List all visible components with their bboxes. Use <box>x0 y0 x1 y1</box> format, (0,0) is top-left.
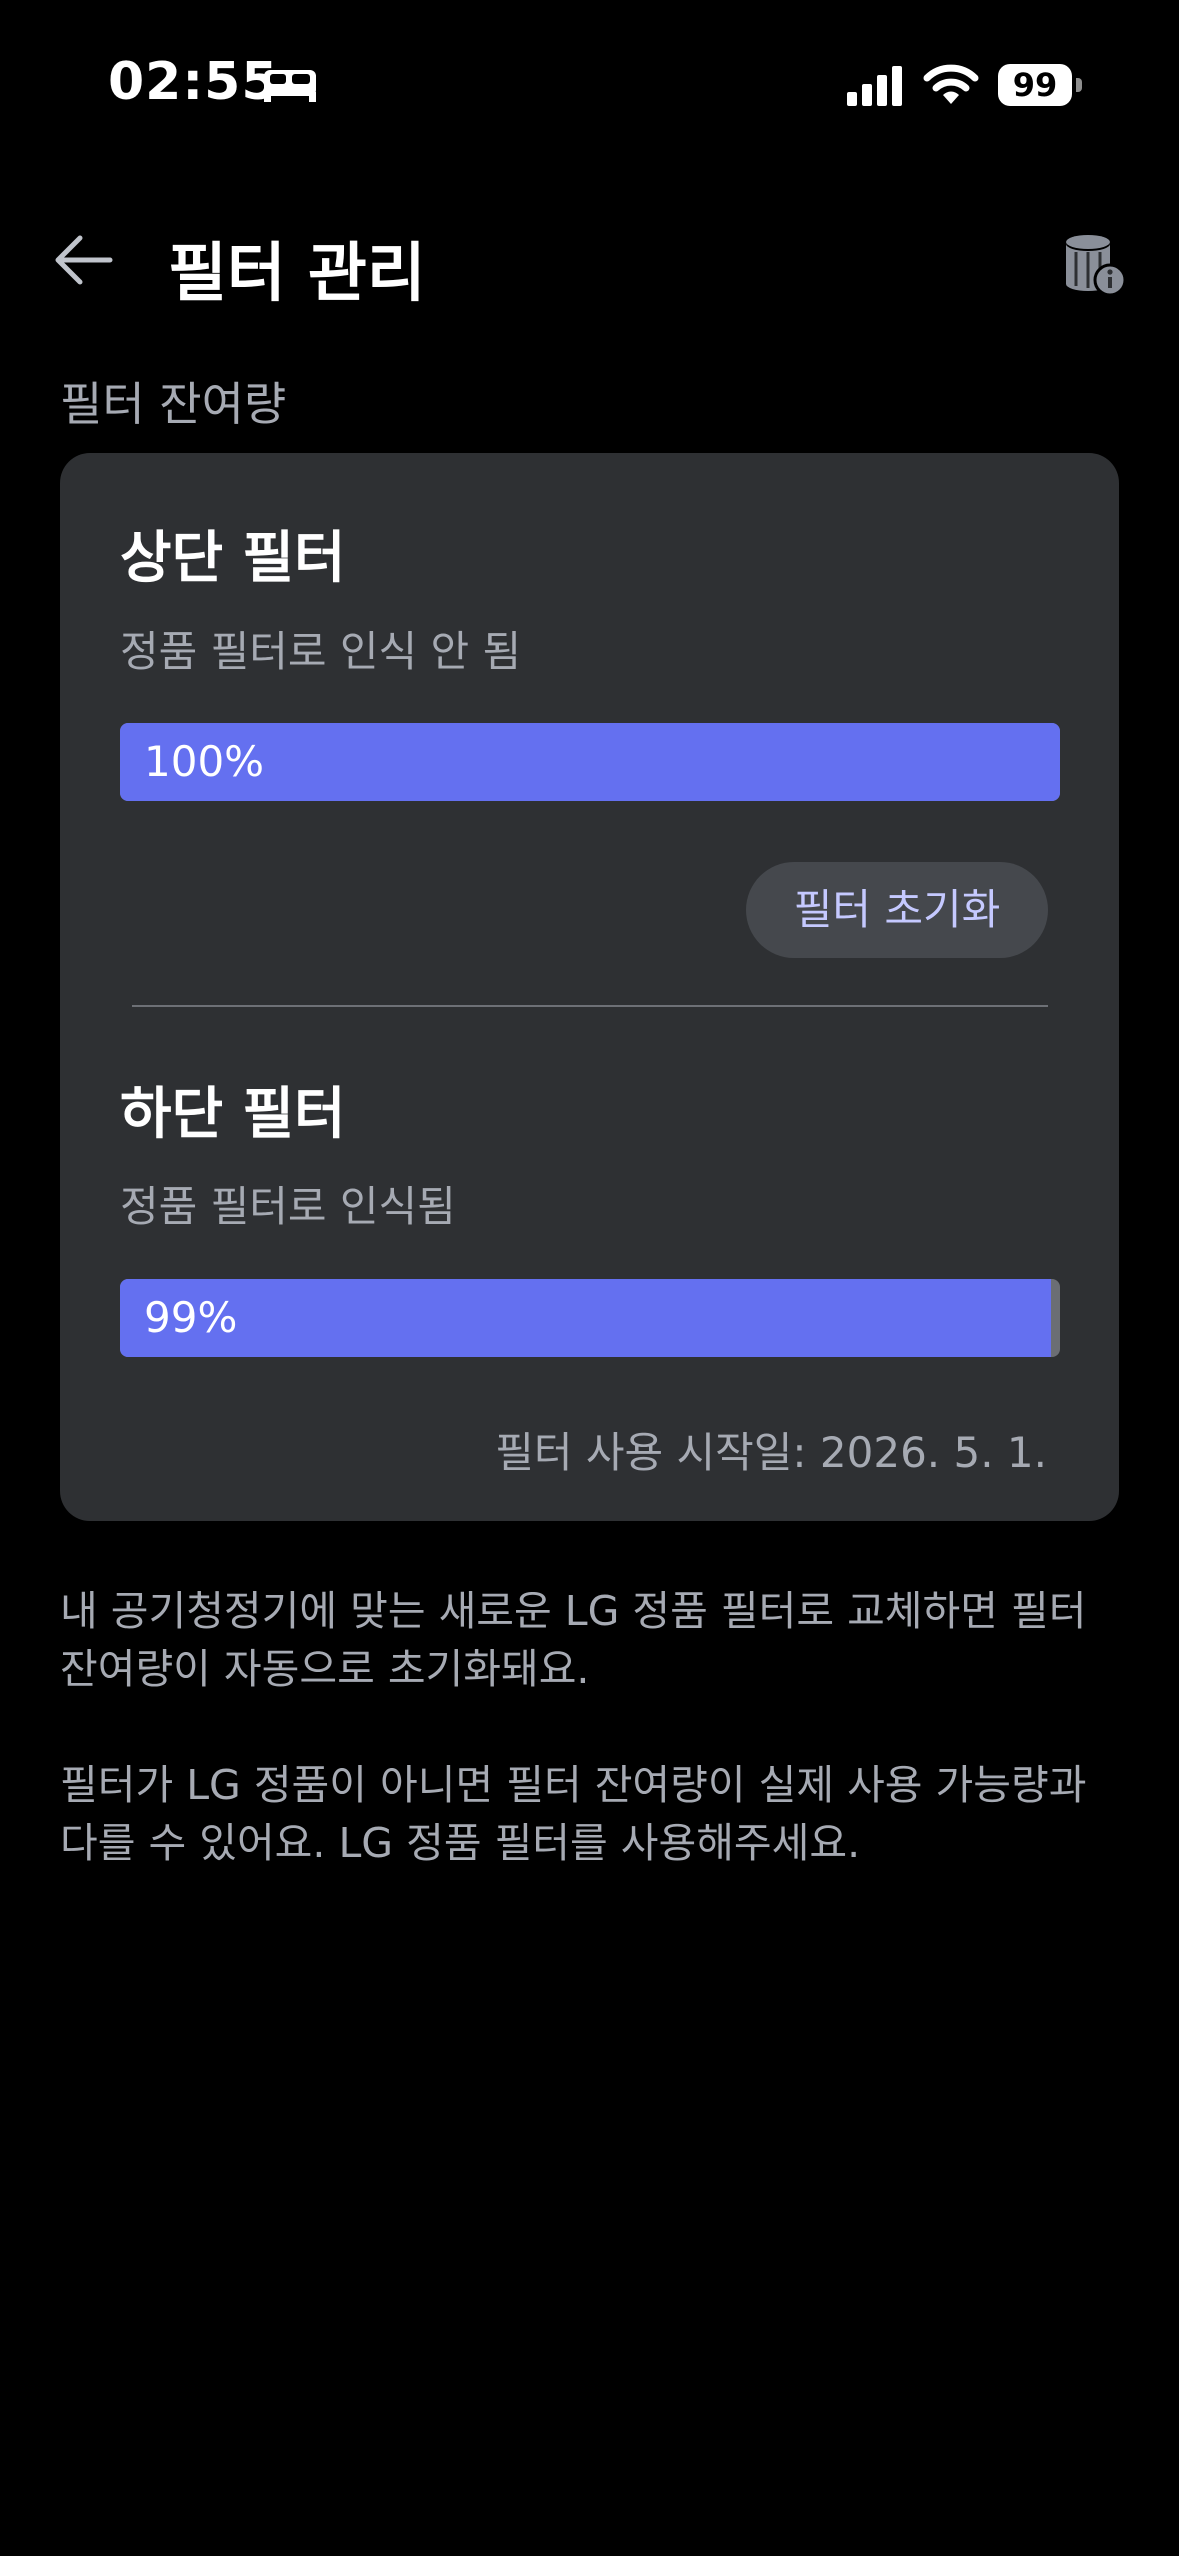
info-note-genuine: 필터가 LG 정품이 아니면 필터 잔여량이 실제 사용 가능량과 다를 수 있… <box>60 1761 1087 1867</box>
filter-card: 상단 필터 정품 필터로 인식 안 됨 100% 필터 초기화 하단 필터 정품… <box>60 453 1119 1521</box>
upper-filter-status: 정품 필터로 인식 안 됨 <box>120 627 522 676</box>
wifi-icon <box>923 64 979 104</box>
filter-info-icon[interactable] <box>1060 230 1128 298</box>
battery-icon: 99 <box>998 64 1082 106</box>
lower-filter-progress: 99% <box>120 1279 1060 1357</box>
sleep-mode-icon <box>264 70 316 102</box>
info-note-reset: 내 공기청정기에 맞는 새로운 LG 정품 필터로 교체하면 필터 잔여량이 자… <box>60 1587 1087 1693</box>
upper-filter-title: 상단 필터 <box>120 526 346 591</box>
lower-filter-title: 하단 필터 <box>120 1082 346 1147</box>
battery-tip <box>1076 78 1082 92</box>
lower-filter-status: 정품 필터로 인식됨 <box>120 1182 456 1231</box>
page-title: 필터 관리 <box>168 237 426 311</box>
lower-filter-progress-fill <box>120 1279 1051 1357</box>
filter-start-date: 필터 사용 시작일: 2026. 5. 1. <box>495 1428 1047 1477</box>
status-time: 02:55 <box>108 52 279 112</box>
filter-reset-button[interactable]: 필터 초기화 <box>746 862 1048 958</box>
lower-filter-percent: 99% <box>144 1293 238 1342</box>
status-bar: 02:55 99 <box>0 0 1179 170</box>
upper-filter-percent: 100% <box>144 737 265 786</box>
section-label: 필터 잔여량 <box>60 377 287 431</box>
divider <box>132 1005 1048 1007</box>
battery-level: 99 <box>998 64 1072 106</box>
signal-icon <box>847 66 902 106</box>
upper-filter-progress: 100% <box>120 723 1060 801</box>
app-header: 필터 관리 <box>0 200 1179 320</box>
back-arrow-icon[interactable] <box>50 230 116 290</box>
